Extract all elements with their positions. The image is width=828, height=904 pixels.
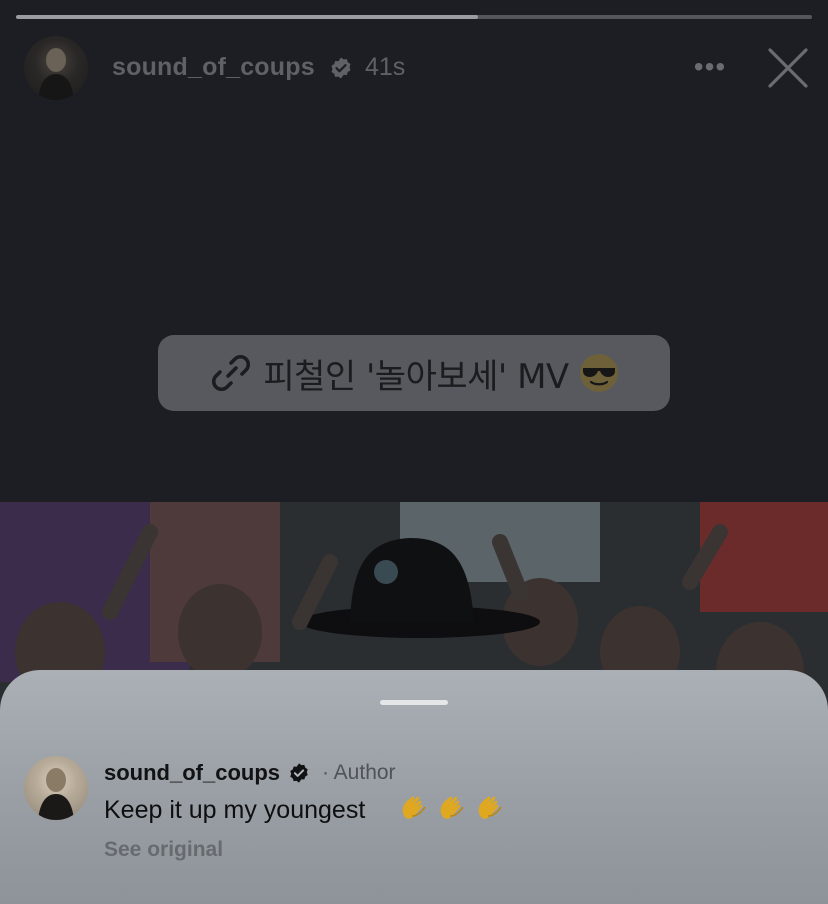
link-sticker-text: 피철인 '놀아보세' MV [263,356,569,397]
story-progress-fill [16,15,478,19]
story-username[interactable]: sound_of_coups [112,53,315,82]
sunglasses-emoji-icon [579,354,618,392]
clapping-hands-emoji-icon [402,796,426,819]
avatar[interactable] [24,36,88,100]
clapping-hands-emoji-icon [478,796,502,819]
story-timestamp: 41s [365,53,406,81]
link-icon [212,354,251,392]
close-icon[interactable] [766,46,810,90]
link-sticker[interactable]: 피철인 '놀아보세' MV [158,335,670,411]
verified-badge-icon [290,763,308,783]
story-header: sound_of_coups 41s ••• [24,36,808,100]
comment-avatar[interactable] [24,756,88,820]
verified-badge-icon [331,57,351,79]
comment-sheet[interactable]: sound_of_coups · Author Keep it up my yo… [0,670,828,904]
author-label: · Author [322,761,396,784]
story-progress-bar [16,15,812,19]
clapping-hands-emoji-icon [440,796,464,819]
comment-text: Keep it up my youngest [104,796,366,824]
more-options-icon[interactable]: ••• [692,52,728,82]
sheet-drag-handle[interactable] [380,700,448,705]
comment-emoji-row [398,790,506,826]
see-original-button[interactable]: See original [104,838,223,862]
comment-username[interactable]: sound_of_coups [104,760,280,786]
